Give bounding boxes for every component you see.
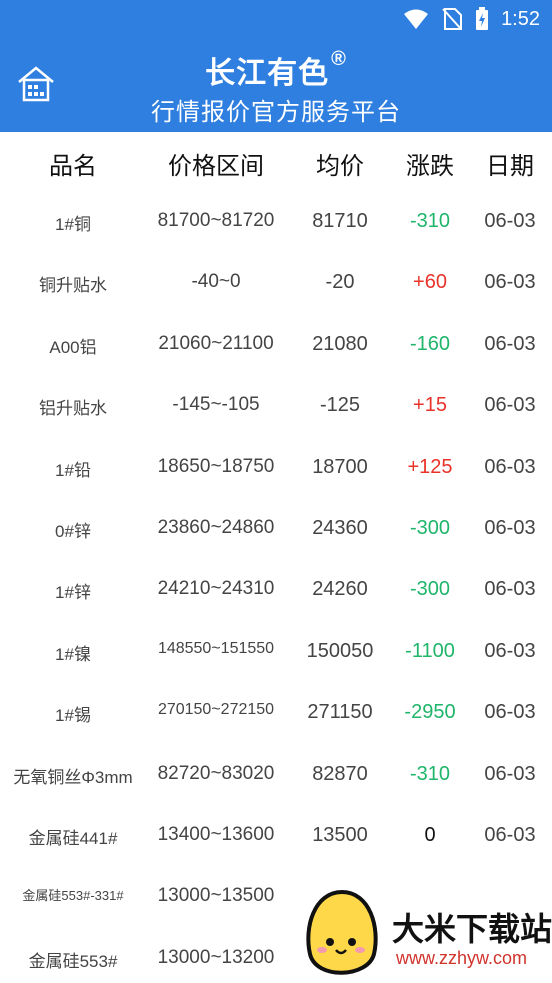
cell-range: 18650~18750 bbox=[157, 455, 275, 477]
rice-mascot-icon bbox=[306, 889, 378, 975]
cell-range: 13400~13600 bbox=[157, 824, 275, 845]
cell-change: +125 bbox=[407, 455, 453, 478]
cell-avg: -20 bbox=[325, 271, 355, 294]
cell-change: +15 bbox=[413, 394, 447, 417]
cell-change: -310 bbox=[409, 210, 451, 232]
app-title: 长江有色 ® bbox=[0, 48, 552, 92]
cell-change: -1100 bbox=[405, 639, 455, 662]
cell-name: 金属硅553# bbox=[28, 951, 118, 971]
cell-change: +60 bbox=[413, 271, 447, 294]
no-sim-icon bbox=[442, 8, 463, 30]
table-row[interactable]: 1#铜 81700~81720 81710 -310 06-03 bbox=[0, 194, 552, 255]
cell-avg: 24260 bbox=[312, 578, 368, 601]
cell-avg: 13500 bbox=[312, 824, 368, 846]
app-title-text: 长江有色 bbox=[205, 57, 330, 90]
cell-range: -40~0 bbox=[191, 271, 241, 293]
cell-name: 铜升贴水 bbox=[39, 276, 107, 296]
table-row[interactable]: 金属硅441# 13400~13600 13500 0 06-03 bbox=[0, 808, 552, 869]
table-row[interactable]: 铝升贴水 -145~-105 -125 +15 06-03 bbox=[0, 378, 552, 439]
cell-date: 06-03 bbox=[484, 824, 536, 846]
cell-date: 06-03 bbox=[484, 578, 536, 601]
watermark: 大米下载站 www.zzhyw.com bbox=[300, 888, 552, 983]
cell-change: -300 bbox=[409, 578, 451, 601]
col-header-range: 价格区间 bbox=[168, 153, 264, 180]
cell-avg: 150050 bbox=[306, 639, 374, 662]
cell-change: -310 bbox=[409, 762, 451, 785]
cell-name: A00铝 bbox=[49, 337, 97, 357]
cell-change: -160 bbox=[409, 332, 451, 355]
cell-name: 金属硅441# bbox=[28, 829, 118, 848]
cell-avg: 271150 bbox=[307, 701, 373, 724]
table-row[interactable]: 无氧铜丝Φ3mm 82720~83020 82870 -310 06-03 bbox=[0, 747, 552, 808]
cell-range: 13000~13500 bbox=[157, 885, 275, 907]
app-subtitle: 行情报价官方服务平台 bbox=[151, 99, 401, 126]
cell-avg: 82870 bbox=[312, 762, 368, 785]
cell-name: 1#镍 bbox=[55, 644, 91, 664]
registered-mark: ® bbox=[331, 48, 347, 70]
wifi-icon bbox=[404, 9, 429, 29]
cell-avg: 18700 bbox=[312, 455, 368, 478]
cell-name: 金属硅553#-331# bbox=[22, 888, 124, 904]
cell-date: 06-03 bbox=[484, 271, 536, 294]
cell-date: 06-03 bbox=[484, 701, 536, 724]
cell-range: -145~-105 bbox=[172, 394, 260, 416]
app-header: 长江有色 ® 行情报价官方服务平台 bbox=[0, 38, 552, 132]
cell-name: 1#锌 bbox=[55, 583, 91, 603]
status-time: 1:52 bbox=[501, 7, 540, 30]
cell-name: 0#锌 bbox=[55, 522, 91, 541]
cell-date: 06-03 bbox=[484, 394, 536, 417]
cell-date: 06-03 bbox=[484, 210, 536, 232]
cell-range: 270150~272150 bbox=[157, 701, 275, 719]
table-row[interactable]: 1#铅 18650~18750 18700 +125 06-03 bbox=[0, 440, 552, 501]
cell-name: 铝升贴水 bbox=[39, 399, 107, 419]
cell-change: -2950 bbox=[404, 701, 456, 724]
cell-avg: 81710 bbox=[312, 210, 368, 232]
table-row[interactable]: 1#锌 24210~24310 24260 -300 06-03 bbox=[0, 562, 552, 623]
watermark-text: 大米下载站 bbox=[392, 911, 552, 947]
table-row[interactable]: 铜升贴水 -40~0 -20 +60 06-03 bbox=[0, 255, 552, 316]
col-header-date: 日期 bbox=[486, 153, 534, 180]
cell-range: 81700~81720 bbox=[157, 210, 275, 231]
col-header-name: 品名 bbox=[49, 153, 97, 180]
status-bar: 1:52 bbox=[0, 0, 552, 38]
table-row[interactable]: 1#镍 148550~151550 150050 -1100 06-03 bbox=[0, 624, 552, 685]
cell-range: 13000~13200 bbox=[157, 946, 275, 968]
cell-range: 23860~24860 bbox=[157, 517, 275, 538]
cell-date: 06-03 bbox=[484, 639, 536, 662]
col-header-change: 涨跌 bbox=[406, 153, 454, 180]
cell-change: 0 bbox=[424, 824, 436, 846]
cell-date: 06-03 bbox=[484, 332, 536, 355]
cell-avg: 21080 bbox=[312, 332, 368, 355]
battery-charging-icon bbox=[476, 7, 489, 30]
table-row[interactable]: 0#锌 23860~24860 24360 -300 06-03 bbox=[0, 501, 552, 562]
cell-date: 06-03 bbox=[484, 455, 536, 478]
cell-avg: -125 bbox=[319, 394, 361, 417]
cell-range: 82720~83020 bbox=[157, 762, 275, 784]
cell-change: -300 bbox=[409, 517, 451, 539]
table-header: 品名 价格区间 均价 涨跌 日期 bbox=[0, 132, 552, 196]
col-header-avg: 均价 bbox=[316, 153, 364, 180]
cell-date: 06-03 bbox=[484, 762, 536, 785]
cell-range: 21060~21100 bbox=[158, 332, 274, 354]
cell-name: 1#铅 bbox=[55, 460, 91, 480]
cell-name: 无氧铜丝Φ3mm bbox=[13, 767, 133, 787]
watermark-url: www.zzhyw.com bbox=[396, 948, 528, 968]
cell-name: 1#锡 bbox=[55, 706, 91, 726]
cell-date: 06-03 bbox=[484, 517, 536, 539]
cell-range: 24210~24310 bbox=[157, 578, 275, 600]
cell-range: 148550~151550 bbox=[157, 639, 275, 657]
cell-name: 1#铜 bbox=[55, 215, 91, 234]
table-row[interactable]: A00铝 21060~21100 21080 -160 06-03 bbox=[0, 317, 552, 378]
table-row[interactable]: 1#锡 270150~272150 271150 -2950 06-03 bbox=[0, 685, 552, 746]
cell-avg: 24360 bbox=[312, 517, 368, 539]
